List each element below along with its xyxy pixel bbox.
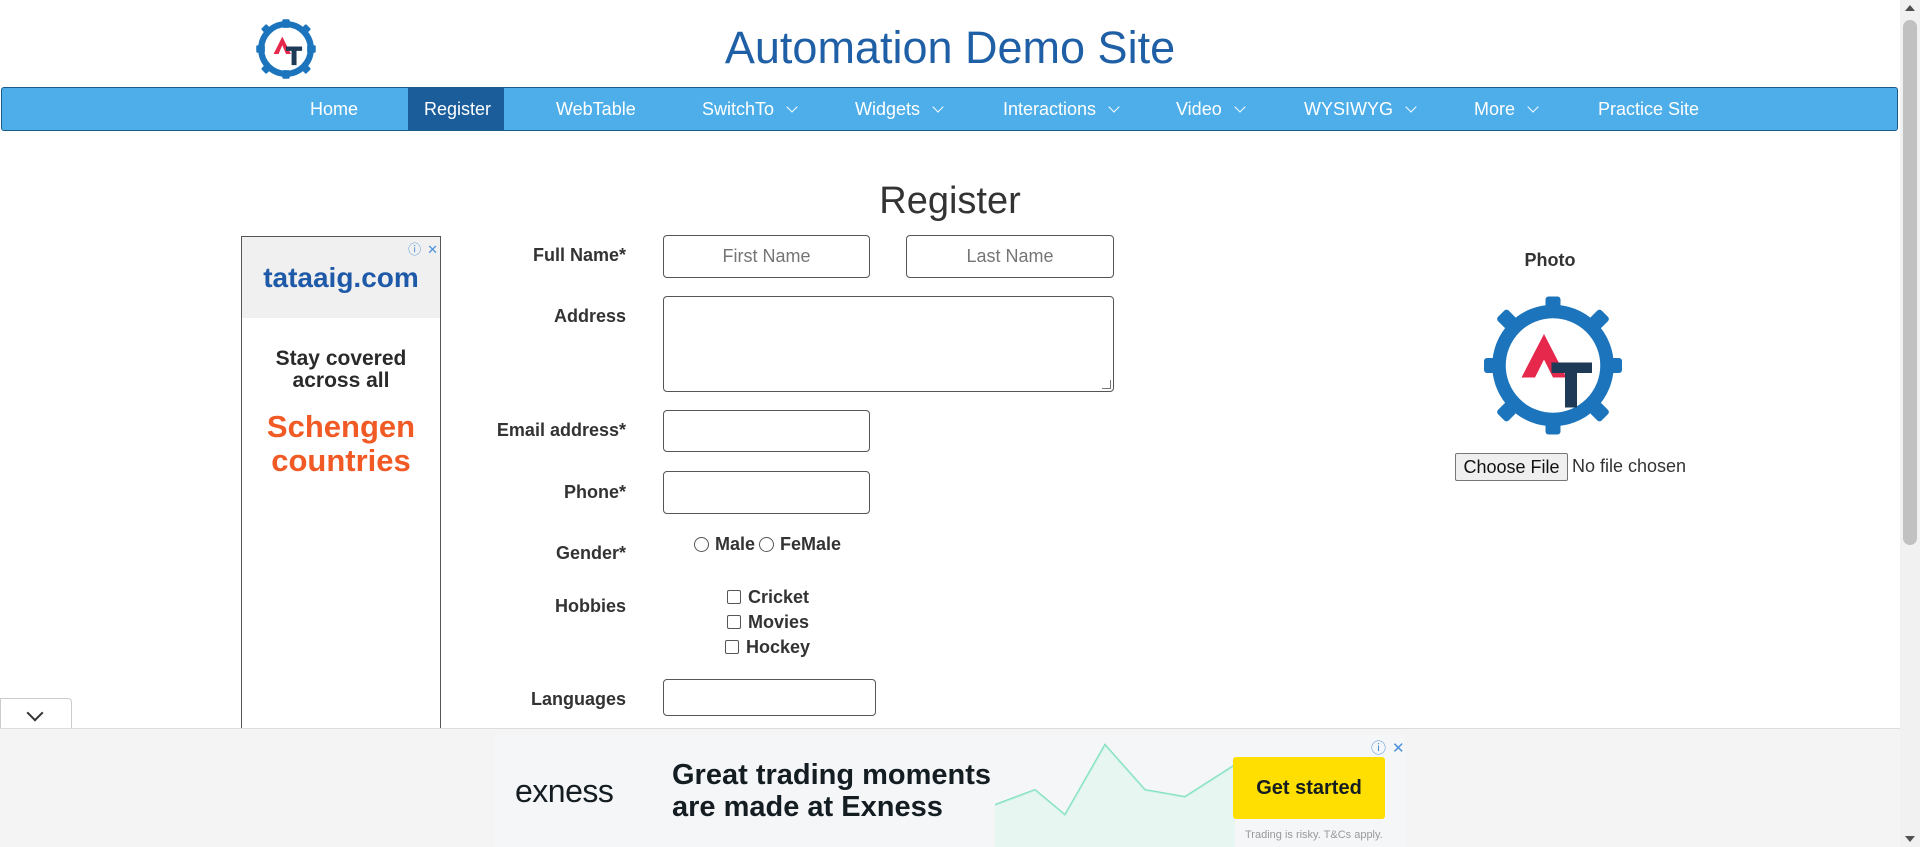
bottom-ad-badge[interactable]: ⓘ ✕ (1365, 737, 1405, 758)
site-title: Automation Demo Site (724, 22, 1176, 73)
nav-webtable[interactable]: WebTable (540, 88, 652, 130)
nav-more-label: More (1474, 99, 1516, 119)
photo-label: Photo (1524, 250, 1576, 270)
close-icon[interactable]: ✕ (1392, 739, 1405, 757)
chart-graphic-icon (995, 743, 1236, 847)
ad-brand: exness (515, 773, 614, 809)
email-input[interactable] (663, 410, 870, 452)
address-label: Address (553, 306, 626, 326)
ad-tagline-line2: are made at Exness (672, 791, 943, 823)
nav-switchto[interactable]: SwitchTo (686, 88, 812, 130)
bottom-advertisement[interactable]: exness Great trading moments are made at… (495, 735, 1405, 847)
phone-label: Phone* (563, 482, 626, 502)
nav-practice-site-label: Practice Site (1598, 99, 1700, 119)
ad-tagline-line1: Great trading moments (672, 759, 992, 791)
hobby-hockey-checkbox[interactable] (725, 640, 739, 654)
chevron-down-icon (1527, 101, 1539, 113)
address-textarea[interactable] (663, 296, 1114, 392)
scrollbar-thumb[interactable] (1903, 20, 1917, 545)
gender-label: Gender* (555, 543, 626, 563)
nav-register[interactable]: Register (408, 88, 504, 130)
info-icon[interactable]: ⓘ (1371, 737, 1386, 758)
email-label: Email address* (496, 420, 626, 440)
hobbies-label: Hobbies (554, 596, 626, 616)
get-started-button[interactable]: Get started (1233, 757, 1385, 819)
hobby-cricket-checkbox[interactable] (727, 590, 741, 604)
ad-disclaimer: Trading is risky. T&Cs apply. (1245, 829, 1383, 841)
ad-badge[interactable]: ⓘ ✕ (402, 239, 438, 258)
chevron-down-icon (1234, 101, 1246, 113)
page-title: Register (879, 180, 1021, 222)
nav-wysiwyg[interactable]: WYSIWYG (1288, 88, 1431, 130)
resize-handle-icon[interactable] (1102, 380, 1111, 389)
choose-file-button[interactable]: Choose File (1455, 453, 1568, 481)
photo-preview-logo-icon (1484, 296, 1622, 435)
file-status: No file chosen (1572, 456, 1687, 476)
side-advertisement[interactable]: ⓘ ✕ tataaig.com Stay covered across all S… (241, 236, 441, 731)
nav-practice-site[interactable]: Practice Site (1582, 88, 1715, 130)
chevron-down-icon (1405, 101, 1417, 113)
nav-widgets[interactable]: Widgets (839, 88, 958, 130)
chevron-down-icon (932, 101, 944, 113)
nav-register-label: Register (424, 99, 492, 119)
nav-wysiwyg-label: WYSIWYG (1304, 99, 1393, 119)
nav-home-label: Home (310, 99, 359, 119)
nav-widgets-label: Widgets (855, 99, 921, 119)
hobby-movies-checkbox[interactable] (727, 615, 741, 629)
languages-label: Languages (530, 689, 626, 709)
hobby-movies-label: Movies (748, 612, 810, 632)
ad-text: Stay covered across all (275, 347, 407, 392)
hobby-cricket-label: Cricket (748, 587, 810, 607)
nav-home[interactable]: Home (294, 88, 374, 130)
info-icon[interactable]: ⓘ (408, 239, 421, 258)
nav-interactions[interactable]: Interactions (987, 88, 1134, 130)
main-navbar: Home Register WebTable SwitchTo Widgets … (1, 87, 1898, 131)
ad-tagline: Great trading moments are made at Exness (672, 759, 991, 823)
scroll-up-arrow-icon[interactable] (1905, 5, 1915, 11)
first-name-input[interactable] (663, 235, 870, 278)
scroll-down-arrow-icon[interactable] (1905, 836, 1915, 842)
close-icon[interactable]: ✕ (427, 242, 438, 258)
gender-male-label: Male (715, 534, 756, 554)
phone-input[interactable] (663, 471, 870, 514)
nav-video[interactable]: Video (1160, 88, 1260, 130)
nav-video-label: Video (1176, 99, 1222, 119)
nav-more[interactable]: More (1458, 88, 1553, 130)
hobby-hockey-label: Hockey (746, 637, 811, 657)
page-scrollbar[interactable] (1900, 0, 1920, 847)
chevron-down-icon (786, 101, 798, 113)
ad-highlight: Schengen countries (266, 409, 416, 478)
nav-switchto-label: SwitchTo (702, 99, 775, 119)
chevron-down-icon (1108, 101, 1120, 113)
languages-input[interactable] (663, 679, 876, 716)
gender-female-label: FeMale (780, 534, 842, 554)
collapse-ad-button[interactable] (0, 698, 72, 730)
last-name-input[interactable] (906, 235, 1114, 278)
full-name-label: Full Name* (532, 245, 626, 265)
nav-webtable-label: WebTable (556, 99, 636, 119)
gender-male-radio[interactable] (694, 537, 709, 552)
chevron-down-icon (26, 704, 44, 722)
page: Automation Demo Site Home Register WebTa… (0, 0, 1920, 847)
nav-interactions-label: Interactions (1003, 99, 1097, 119)
gender-female-radio[interactable] (759, 537, 774, 552)
